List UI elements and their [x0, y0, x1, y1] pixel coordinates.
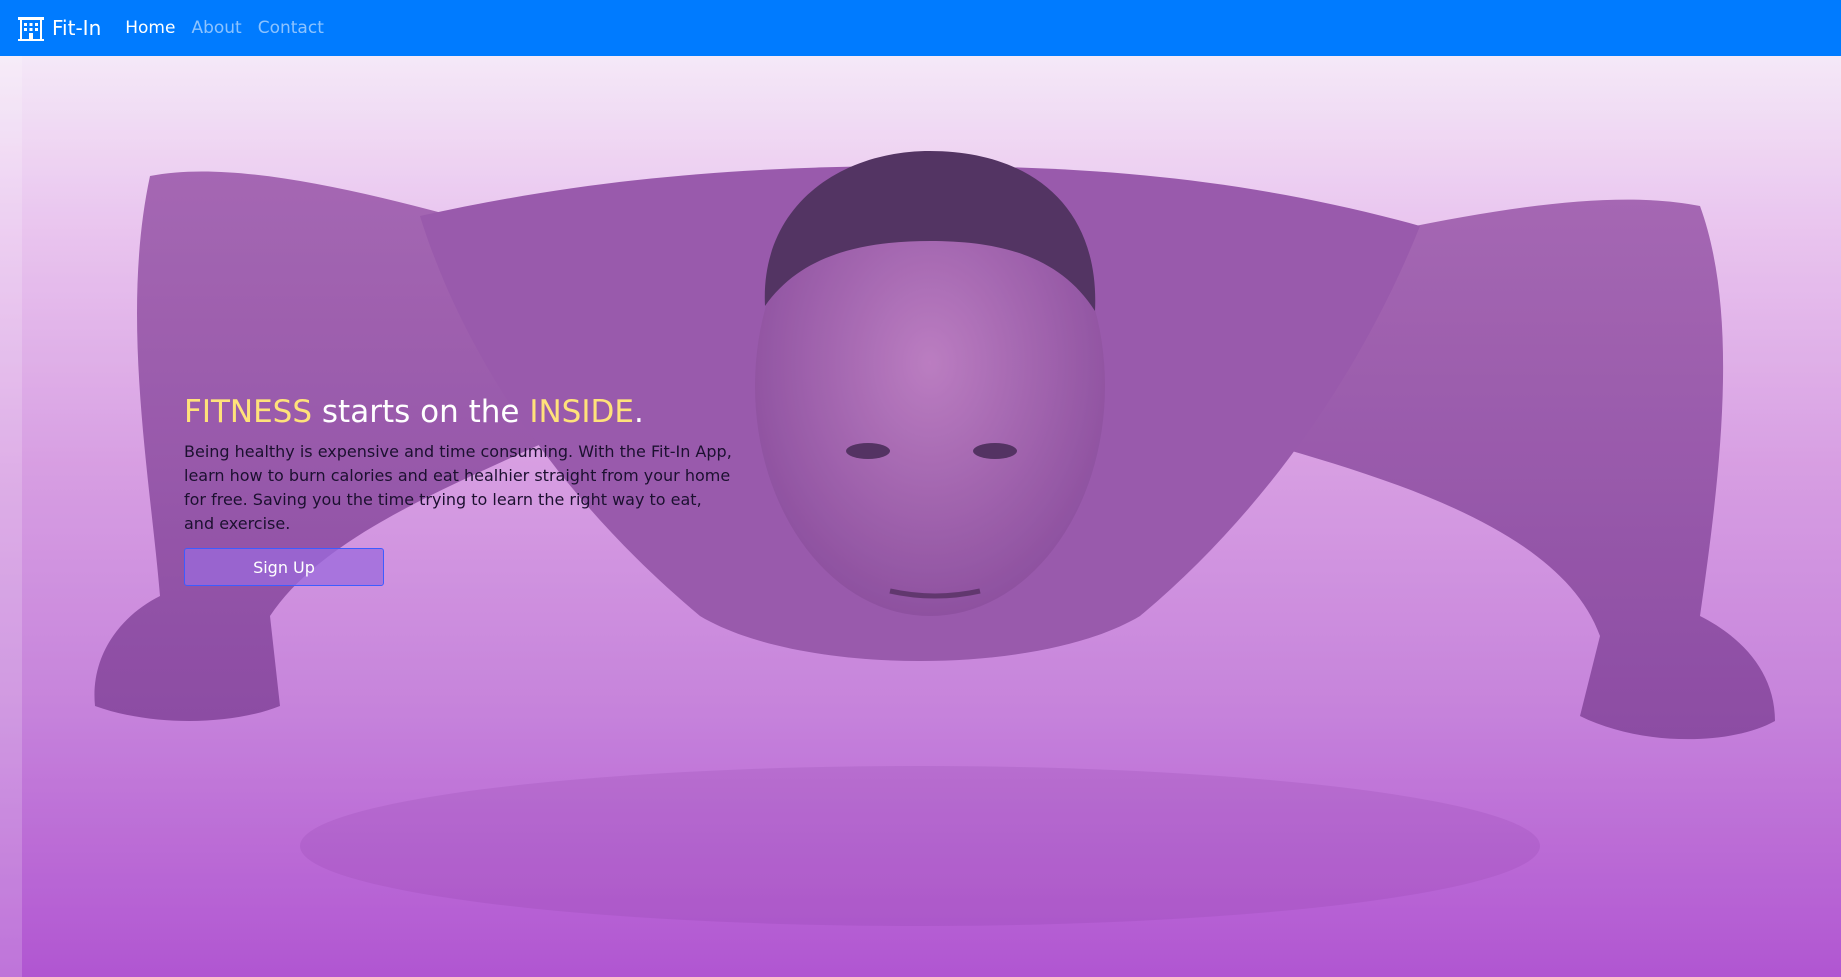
left-edge-strip: [0, 56, 22, 977]
brand-link[interactable]: Fit-In: [16, 13, 101, 43]
nav-link-about[interactable]: About: [191, 18, 241, 38]
sign-up-button[interactable]: Sign Up: [184, 548, 384, 587]
top-navbar: Fit-In Home About Contact: [0, 0, 1841, 56]
hero-content: FITNESS starts on the INSIDE. Being heal…: [184, 392, 744, 587]
headline-middle: starts on the: [312, 394, 530, 430]
nav-link-home[interactable]: Home: [125, 18, 175, 38]
headline-word-fitness: FITNESS: [184, 394, 313, 430]
headline-end: .: [633, 394, 644, 430]
hero-description: Being healthy is expensive and time cons…: [184, 442, 732, 534]
brand-name: Fit-In: [52, 16, 102, 40]
hero-headline: FITNESS starts on the INSIDE.: [184, 392, 744, 432]
nav-link-contact[interactable]: Contact: [258, 18, 324, 38]
building-icon: [18, 17, 44, 41]
headline-word-inside: INSIDE: [529, 394, 634, 430]
hero-section: FITNESS starts on the INSIDE. Being heal…: [0, 56, 1841, 977]
